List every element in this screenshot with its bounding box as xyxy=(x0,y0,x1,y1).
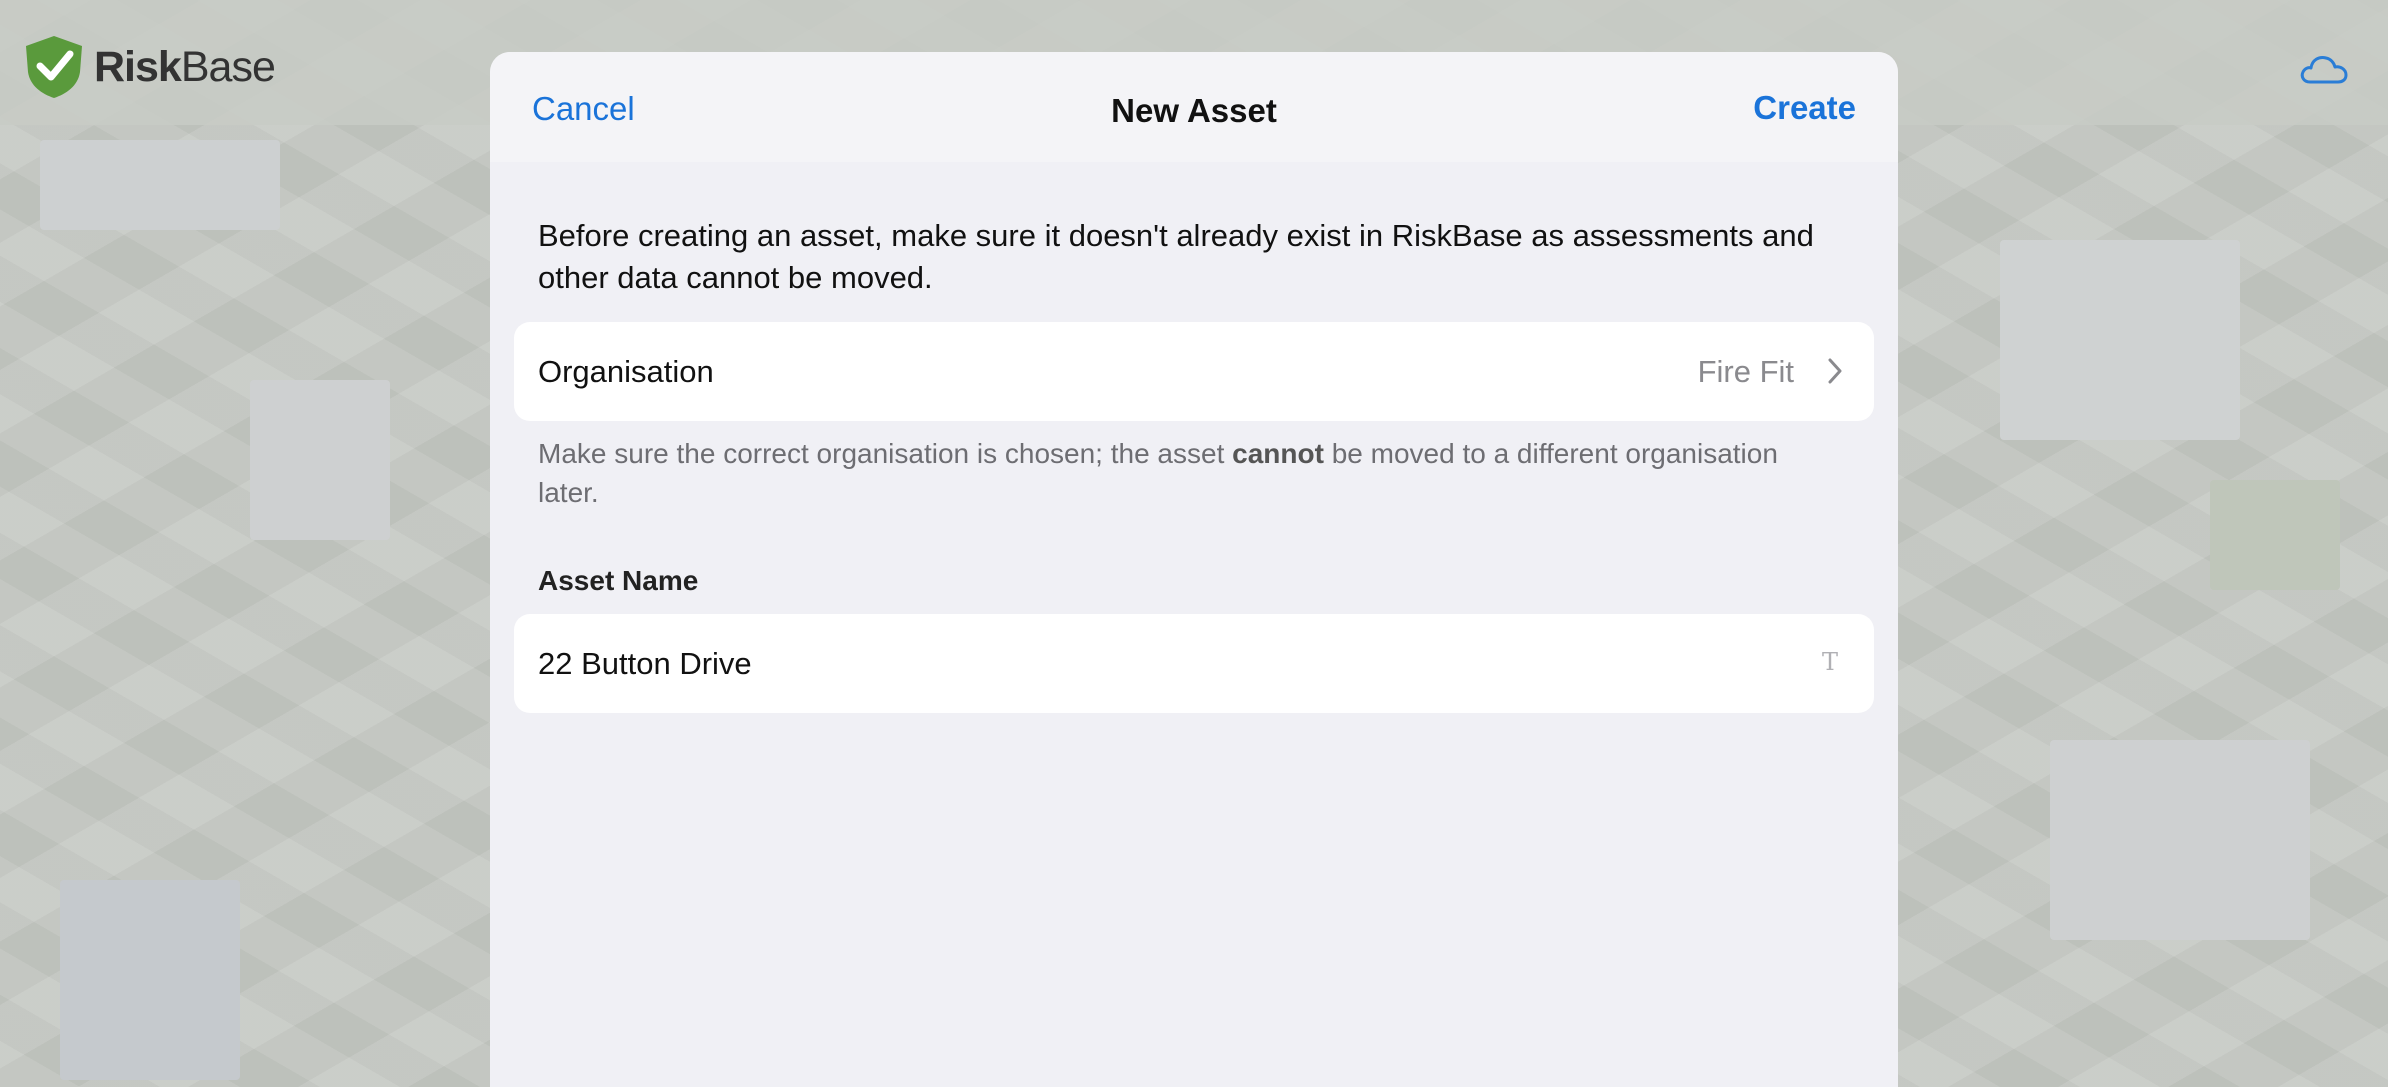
organisation-hint: Make sure the correct organisation is ch… xyxy=(538,438,1778,508)
chevron-right-icon xyxy=(1828,358,1842,384)
app-logo: RiskBase xyxy=(22,34,276,100)
asset-name-input[interactable] xyxy=(538,644,1798,684)
organisation-row[interactable]: Organisation Fire Fit xyxy=(514,322,1874,421)
cloud-icon[interactable] xyxy=(2298,48,2350,88)
asset-name-section-label: Asset Name xyxy=(538,565,699,596)
create-button[interactable]: Create xyxy=(1753,89,1856,127)
asset-name-row[interactable]: T xyxy=(514,614,1874,713)
organisation-label: Organisation xyxy=(538,354,714,389)
app-name: RiskBase xyxy=(94,42,276,91)
sheet-title: New Asset xyxy=(1111,92,1277,129)
shield-check-icon xyxy=(26,36,82,98)
organisation-value: Fire Fit xyxy=(1697,354,1794,389)
text-format-icon: T xyxy=(1821,648,1838,676)
sheet-header: Cancel New Asset Create xyxy=(490,52,1898,162)
intro-text: Before creating an asset, make sure it d… xyxy=(538,218,1814,295)
new-asset-sheet: Cancel New Asset Create Before creating … xyxy=(490,52,1898,1087)
